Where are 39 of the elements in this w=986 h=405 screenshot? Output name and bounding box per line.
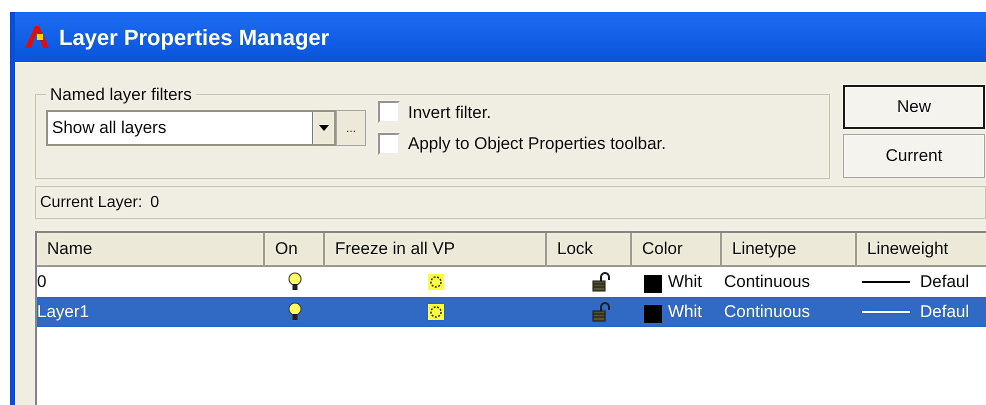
- line-sample: [862, 281, 910, 283]
- window-title: Layer Properties Manager: [59, 24, 330, 52]
- table-cell: Layer1: [37, 302, 89, 321]
- line-sample: [862, 311, 910, 313]
- table-cell-text: Whit: [668, 271, 702, 294]
- dialog-button[interactable]: Current: [843, 134, 985, 178]
- filter-dropdown[interactable]: Show all layers: [46, 110, 336, 146]
- browse-button[interactable]: ...: [336, 110, 366, 146]
- sun-icon[interactable]: [428, 274, 444, 290]
- color-swatch[interactable]: [644, 275, 662, 293]
- table-cell-text: Defaul: [920, 301, 970, 324]
- table-cell: Continuous: [724, 302, 810, 321]
- color-swatch[interactable]: [644, 305, 662, 323]
- column-header[interactable]: Color: [632, 233, 722, 267]
- column-header[interactable]: Name: [37, 233, 265, 267]
- checkbox[interactable]: [378, 132, 400, 155]
- table-cell: Continuous: [724, 272, 810, 291]
- table-cell-text: Defaul: [920, 271, 970, 294]
- dropdown-caret-icon[interactable]: [312, 112, 334, 144]
- table-cell: 0: [37, 272, 46, 291]
- lightbulb-icon[interactable]: [288, 272, 302, 292]
- current-layer-value: 0: [150, 192, 160, 212]
- checkbox-label: Invert filter.: [408, 102, 492, 124]
- sun-icon[interactable]: [428, 304, 444, 320]
- current-layer-label: Current Layer:: [40, 192, 142, 212]
- dialog-button[interactable]: New: [843, 85, 985, 129]
- column-header[interactable]: Lineweight: [857, 233, 986, 267]
- checkbox[interactable]: [378, 101, 400, 124]
- open-lock-icon[interactable]: [592, 272, 610, 292]
- lightbulb-icon[interactable]: [288, 302, 302, 322]
- layer-row[interactable]: Layer1 Whit Continuous Defaul: [37, 297, 986, 327]
- checkbox-label: Apply to Object Properties toolbar.: [408, 133, 666, 155]
- column-header[interactable]: Lock: [547, 233, 632, 267]
- column-header[interactable]: Linetype: [722, 233, 857, 267]
- table-cell-text: Whit: [668, 301, 702, 324]
- column-header[interactable]: Freeze in all VP: [325, 233, 547, 267]
- column-header[interactable]: On: [265, 233, 325, 267]
- group-legend: Named layer filters: [46, 82, 196, 108]
- app-logo-icon: [23, 24, 51, 50]
